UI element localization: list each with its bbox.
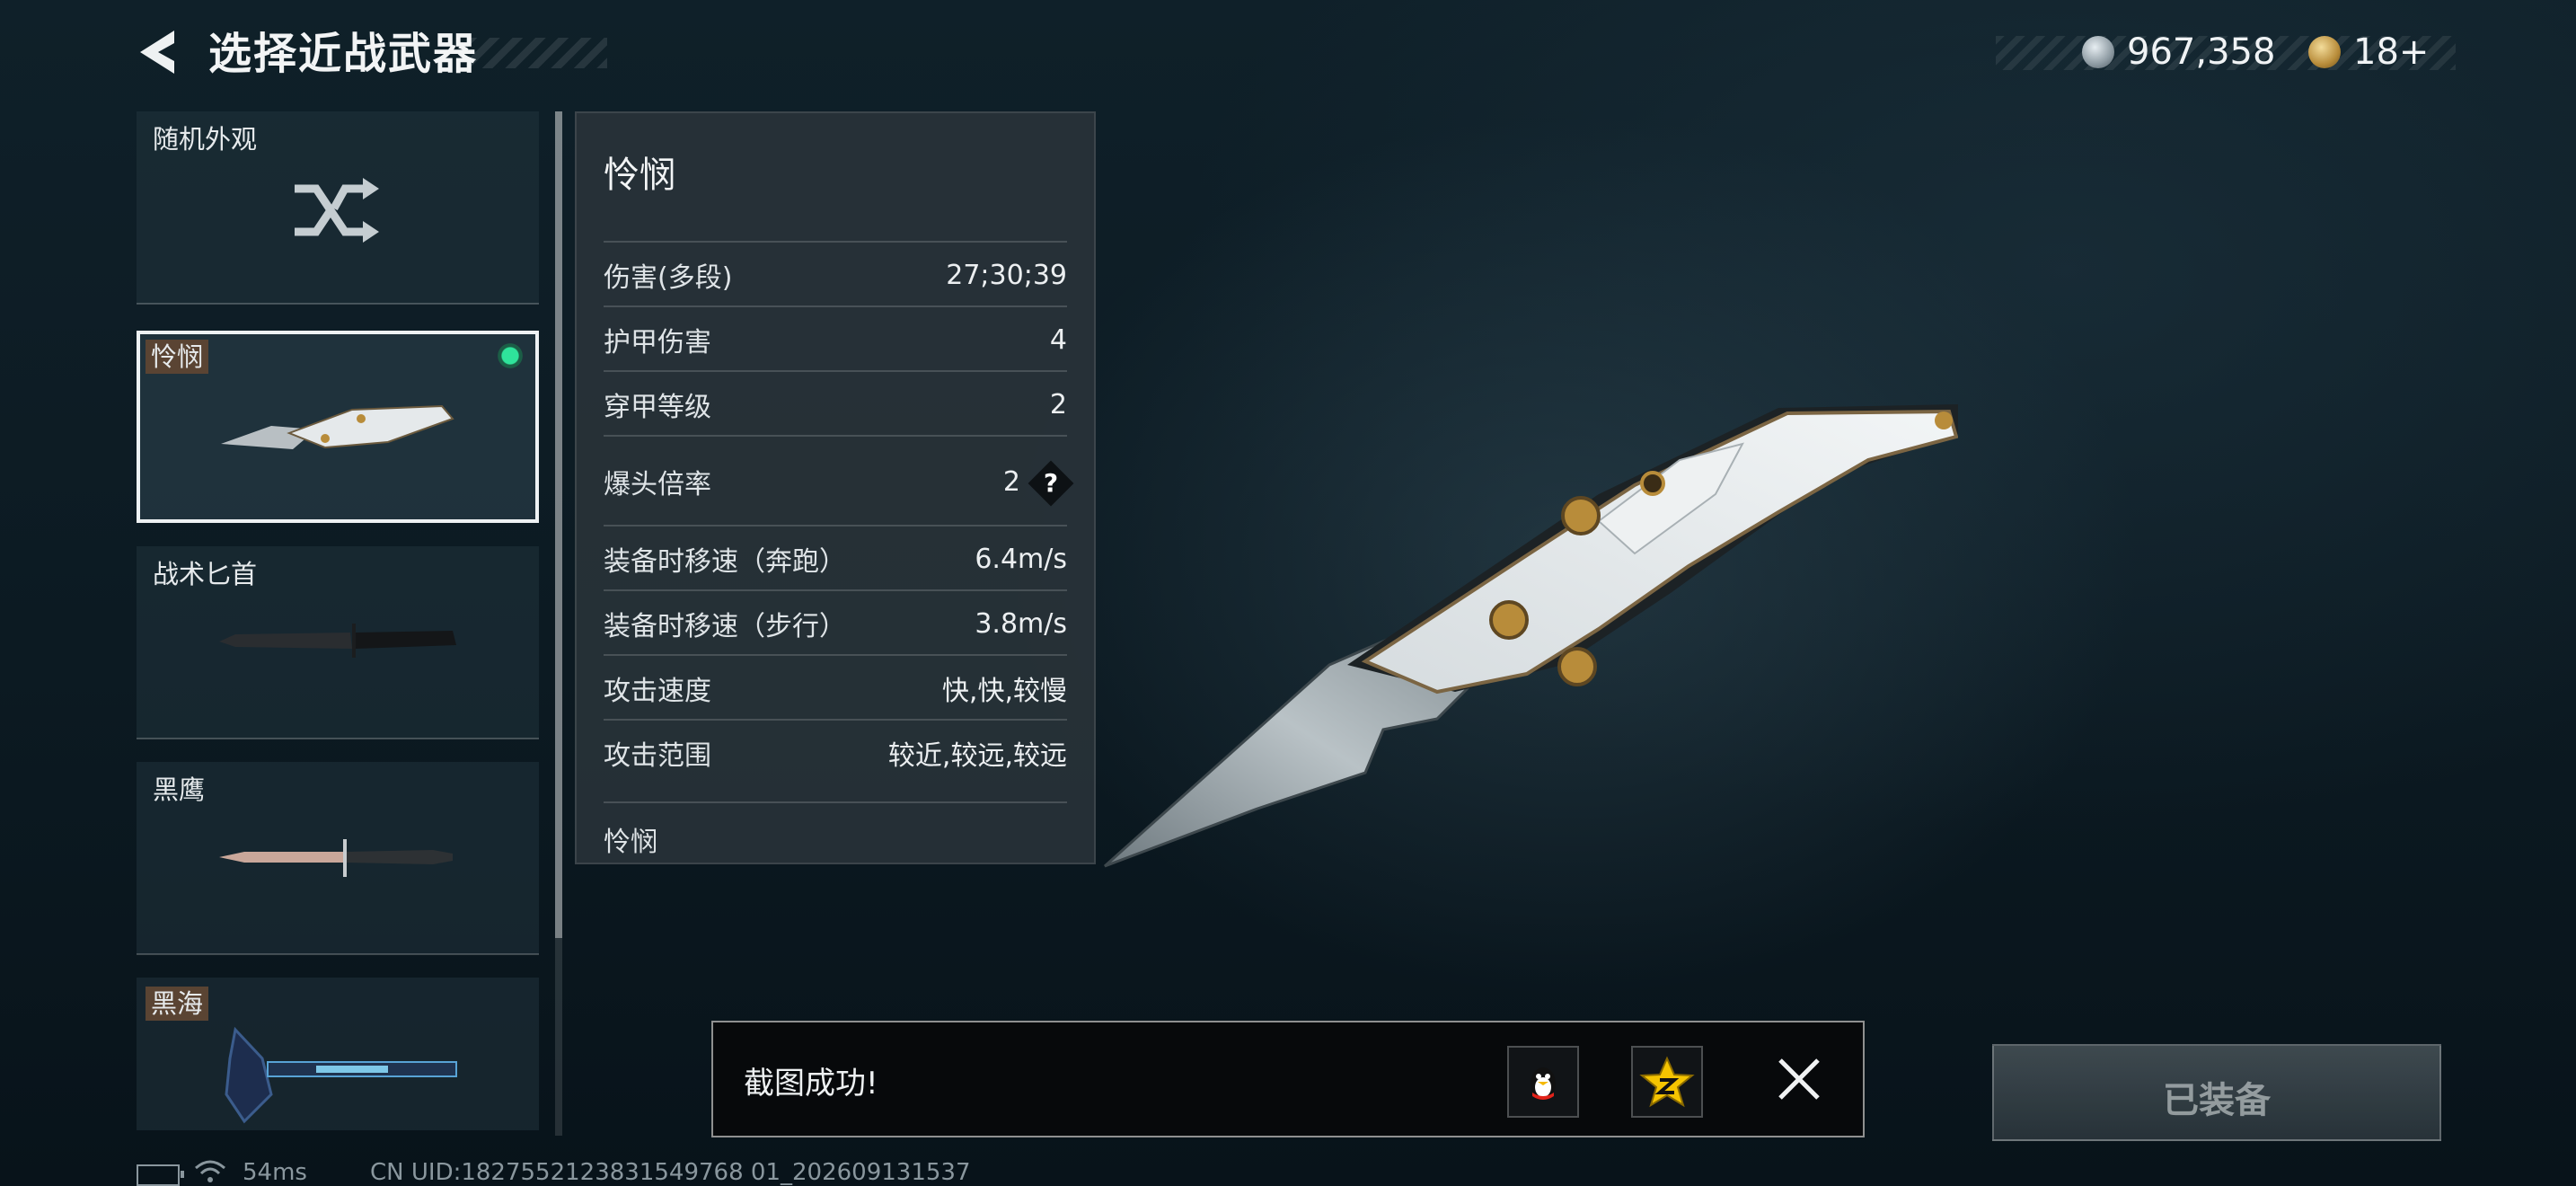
ping-readout: 54ms [243,1159,307,1186]
page-title: 选择近战武器 [208,29,479,79]
list-item-label: 随机外观 [153,124,258,155]
wifi-icon [195,1160,225,1182]
stat-row: 攻击范围 较近,较远,较远 [604,719,1067,785]
stat-label: 攻击范围 [604,740,711,772]
stat-row: 装备时移速（奔跑） 6.4m/s [604,525,1067,591]
stat-value: 6.4m/s [975,543,1067,575]
divider [137,953,539,955]
weapon-model-preview[interactable] [1096,395,1958,881]
title-stripes [467,38,607,68]
stat-value: 4 [1049,323,1067,356]
qq-penguin-icon [1531,1067,1556,1100]
list-item-label: 怜悯 [146,340,209,374]
mercy-knife-thumbnail [221,404,454,449]
stat-row: 护甲伤害 4 [604,305,1067,372]
stat-row: 穿甲等级 2 [604,370,1067,437]
stat-label: 装备时移速（奔跑） [604,546,846,578]
gold-coin-icon [2308,36,2341,68]
list-item-black-hawk[interactable]: 黑鹰 [137,762,539,955]
user-uid: CN UID:1827552123831549768 01_2026091315… [370,1159,971,1186]
share-qq-button[interactable] [1507,1046,1579,1118]
weapon-name: 怜悯 [604,155,675,196]
divider [137,738,539,739]
back-arrow-icon[interactable] [135,27,180,77]
equipped-button-label: 已装备 [2163,1080,2271,1121]
equipped-button[interactable]: 已装备 [1992,1044,2441,1141]
stat-row: 伤害(多段) 27;30;39 [604,241,1067,307]
help-icon-glyph: ? [1043,468,1059,498]
qzone-star-icon [1639,1056,1695,1108]
stat-value: 2 [1002,465,1020,498]
toast-message: 截图成功! [744,1066,878,1102]
list-item-label: 黑海 [146,987,209,1021]
stat-label: 攻击速度 [604,676,711,707]
list-item-tactical-dagger[interactable]: 战术匕首 [137,546,539,739]
stat-value: 27;30;39 [946,259,1067,291]
help-icon[interactable]: ? [1028,460,1074,507]
silver-coin-icon [2082,36,2114,68]
stat-row: 爆头倍率 2 ? [604,435,1074,527]
stat-value: 快,快,较慢 [941,676,1067,707]
stat-value: 3.8m/s [975,607,1067,640]
equipped-indicator [496,341,525,370]
list-item-random[interactable]: 随机外观 [137,111,539,305]
screenshot-toast: 截图成功! [711,1021,1865,1137]
stat-label: 装备时移速（步行） [604,611,846,642]
stat-label: 护甲伤害 [604,327,711,358]
black-hawk-thumbnail [219,839,453,877]
stat-row: 攻击速度 快,快,较慢 [604,654,1067,721]
stat-value: 较近,较远,较远 [887,740,1067,772]
stat-row: 装备时移速（步行） 3.8m/s [604,589,1067,656]
list-scrollbar-thumb[interactable] [555,111,562,938]
tactical-dagger-thumbnail [219,624,456,658]
stat-label: 伤害(多段) [604,262,733,294]
weapon-stats-panel: 怜悯 伤害(多段) 27;30;39 护甲伤害 4 穿甲等级 2 爆头倍率 2 … [575,111,1096,864]
battery-icon [137,1164,184,1186]
list-item-black-sea[interactable]: 黑海 [137,978,539,1130]
currency-silver-amount: 967,358 [2127,31,2276,73]
shuffle-icon [295,178,379,243]
divider [137,303,539,305]
list-item-mercy[interactable]: 怜悯 [137,331,539,523]
close-icon[interactable] [1775,1055,1823,1103]
list-item-label: 黑鹰 [153,774,206,805]
currency-gold-amount: 18+ [2353,31,2430,73]
list-item-label: 战术匕首 [153,559,258,589]
weapon-description: 怜悯 [604,801,1067,859]
stat-label: 爆头倍率 [604,469,711,500]
black-sea-thumbnail [225,1026,457,1124]
share-qzone-button[interactable] [1631,1046,1703,1118]
stat-label: 穿甲等级 [604,392,711,423]
stat-value: 2 [1049,388,1067,420]
